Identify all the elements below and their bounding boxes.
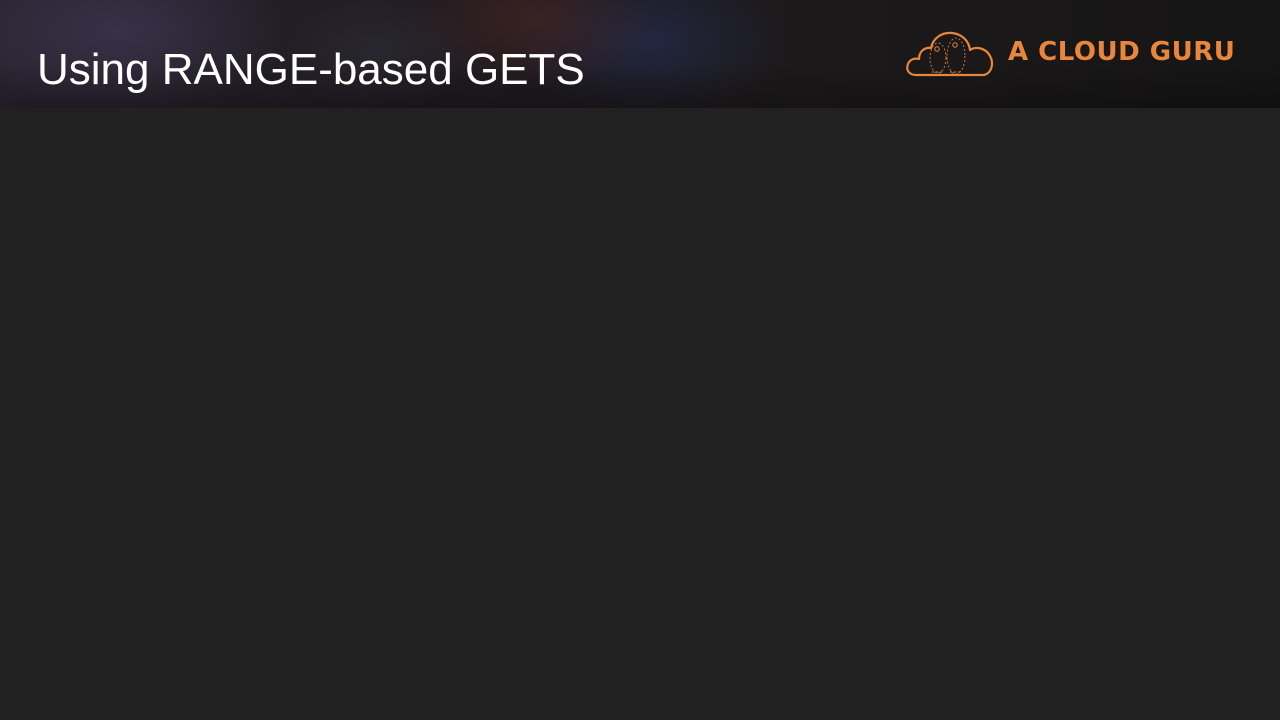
slide-content-area [0, 108, 1280, 720]
slide-header: Using RANGE-based GETS A CLOUD GURU [0, 0, 1280, 108]
slide: Using RANGE-based GETS A CLOUD GURU [0, 0, 1280, 720]
slide-title: Using RANGE-based GETS [37, 45, 585, 94]
brand-logo-group: A CLOUD GURU [904, 28, 1235, 80]
brand-name: A CLOUD GURU [1008, 37, 1236, 67]
cloud-logo-icon [906, 31, 994, 77]
